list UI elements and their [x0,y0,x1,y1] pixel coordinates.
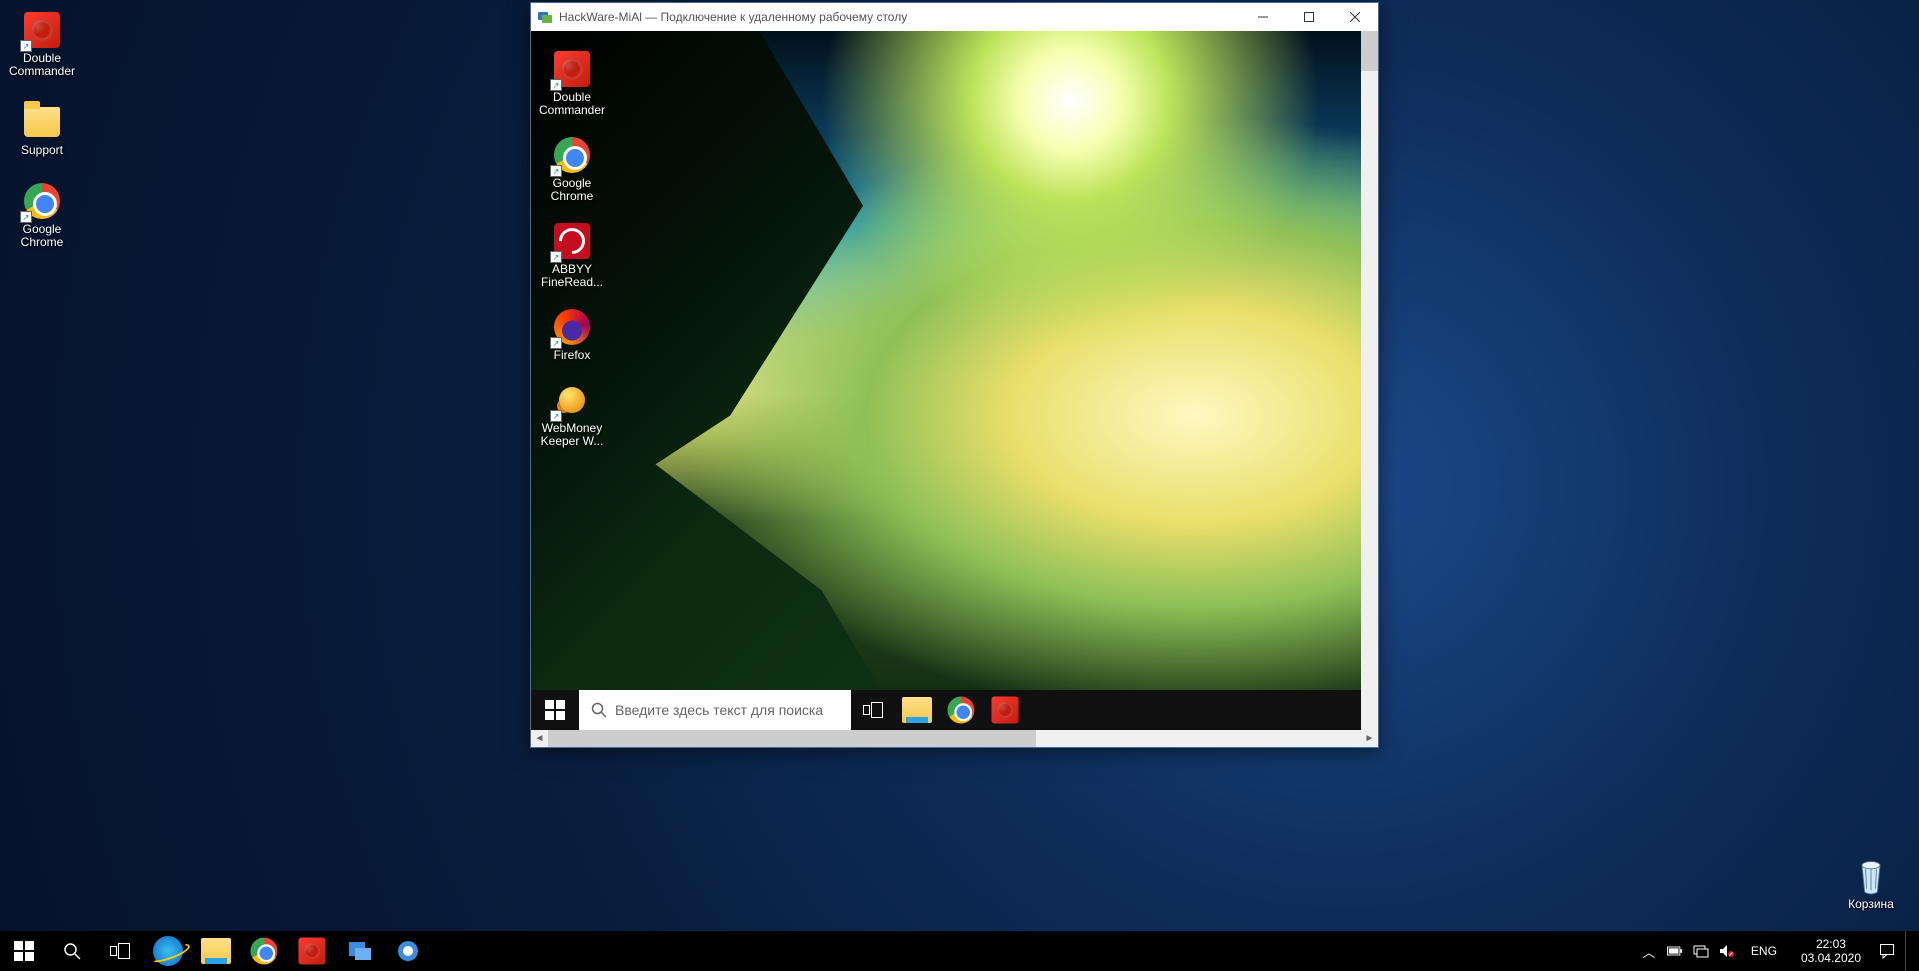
remote-desktop[interactable]: ↗Double Commander↗Google Chrome↗ABBYY Fi… [531,31,1361,730]
taskbar-button-app2[interactable] [384,931,432,971]
remote-taskbar: Введите здесь текст для поиска [531,690,1361,730]
host-desktop-icons: ↗Double CommanderSupport↗Google Chrome [4,10,80,249]
desktop-icon-label: WebMoney Keeper W... [535,422,609,448]
taskbar-button-dc[interactable] [983,690,1027,730]
host-taskbar: ︿ ENG 22:03 03.04.2020 [0,931,1919,971]
volume-icon[interactable] [1719,943,1735,959]
trash-icon [1853,856,1889,896]
scrollbar-thumb[interactable] [548,730,1036,747]
taskbar-button-taskview[interactable] [851,690,895,730]
clock-date: 03.04.2020 [1801,951,1861,965]
rdp-app-icon [537,9,553,25]
taskbar-button-dc[interactable] [288,931,336,971]
rdp-viewport: ↗Double Commander↗Google Chrome↗ABBYY Fi… [531,31,1378,730]
scrollbar-thumb[interactable] [1361,31,1378,71]
maximize-button[interactable] [1286,3,1332,31]
taskbar-button-taskview[interactable] [96,931,144,971]
desktop-icon-double-commander[interactable]: ↗Double Commander [4,10,80,78]
network-icon[interactable] [1693,943,1709,959]
remote-start-button[interactable] [531,690,579,730]
desktop-icon-support-folder[interactable]: Support [4,102,80,157]
shortcut-arrow-icon: ↗ [20,40,32,52]
clock-time: 22:03 [1801,937,1861,951]
desktop-icon-label: Support [21,144,63,157]
shortcut-arrow-icon: ↗ [20,211,32,223]
taskbar-button-explorer[interactable] [895,690,939,730]
host-taskbar-apps [0,931,432,971]
scroll-right-button[interactable]: ► [1361,730,1378,747]
desktop-icon-label: Firefox [554,349,591,362]
desktop-icon-label: Google Chrome [4,223,80,249]
action-center-icon[interactable] [1879,943,1895,959]
tray-chevron-up-icon[interactable]: ︿ [1641,943,1657,959]
taskbar-button-chrome[interactable] [240,931,288,971]
host-desktop-icons-right: Корзина [1833,856,1909,911]
scroll-left-button[interactable]: ◄ [531,730,548,747]
remote-search-box[interactable]: Введите здесь текст для поиска [579,690,851,730]
scrollbar-track[interactable] [548,730,1361,747]
system-tray: ︿ ENG 22:03 03.04.2020 [1633,931,1919,971]
search-icon [591,702,607,718]
remote-desktop-icons: ↗Double Commander↗Google Chrome↗ABBYY Fi… [535,49,609,448]
desktop-icon-firefox[interactable]: ↗Firefox [535,307,609,362]
recycle-bin-label: Корзина [1848,898,1894,911]
taskbar-button-start[interactable] [0,931,48,971]
window-controls [1240,3,1378,31]
remote-taskbar-apps [851,690,1027,730]
rdp-titlebar[interactable]: HackWare-MiAl — Подключение к удаленному… [531,3,1378,31]
taskbar-button-chrome[interactable] [939,690,983,730]
rdp-body: ↗Double Commander↗Google Chrome↗ABBYY Fi… [531,31,1378,747]
remote-search-placeholder: Введите здесь текст для поиска [615,702,823,718]
minimize-button[interactable] [1240,3,1286,31]
shortcut-arrow-icon: ↗ [550,251,562,263]
taskbar-button-app1[interactable] [336,931,384,971]
language-indicator[interactable]: ENG [1745,944,1783,958]
taskbar-button-ie[interactable] [144,931,192,971]
rdp-title: HackWare-MiAl — Подключение к удаленному… [559,10,1240,24]
desktop-icon-label: Google Chrome [535,177,609,203]
desktop-icon-double-commander[interactable]: ↗Double Commander [535,49,609,117]
taskbar-button-search[interactable] [48,931,96,971]
rdp-window: HackWare-MiAl — Подключение к удаленному… [530,2,1379,748]
shortcut-arrow-icon: ↗ [550,79,562,91]
close-button[interactable] [1332,3,1378,31]
taskbar-button-explorer[interactable] [192,931,240,971]
rdp-horizontal-scrollbar[interactable]: ◄ ► [531,730,1378,747]
windows-icon [545,700,565,720]
show-desktop-button[interactable] [1905,931,1911,971]
desktop-icon-google-chrome[interactable]: ↗Google Chrome [535,135,609,203]
recycle-bin[interactable]: Корзина [1833,856,1909,911]
battery-icon[interactable] [1667,943,1683,959]
shortcut-arrow-icon: ↗ [550,337,562,349]
taskbar-clock[interactable]: 22:03 03.04.2020 [1793,937,1869,965]
desktop-icon-label: ABBYY FineRead... [535,263,609,289]
rdp-vertical-scrollbar[interactable] [1361,31,1378,730]
desktop-icon-label: Double Commander [4,52,80,78]
desktop-icon-webmoney[interactable]: ↗WebMoney Keeper W... [535,380,609,448]
desktop-icon-label: Double Commander [535,91,609,117]
desktop-icon-google-chrome[interactable]: ↗Google Chrome [4,181,80,249]
shortcut-arrow-icon: ↗ [550,410,562,422]
desktop-icon-abbyy[interactable]: ↗ABBYY FineRead... [535,221,609,289]
shortcut-arrow-icon: ↗ [550,165,562,177]
